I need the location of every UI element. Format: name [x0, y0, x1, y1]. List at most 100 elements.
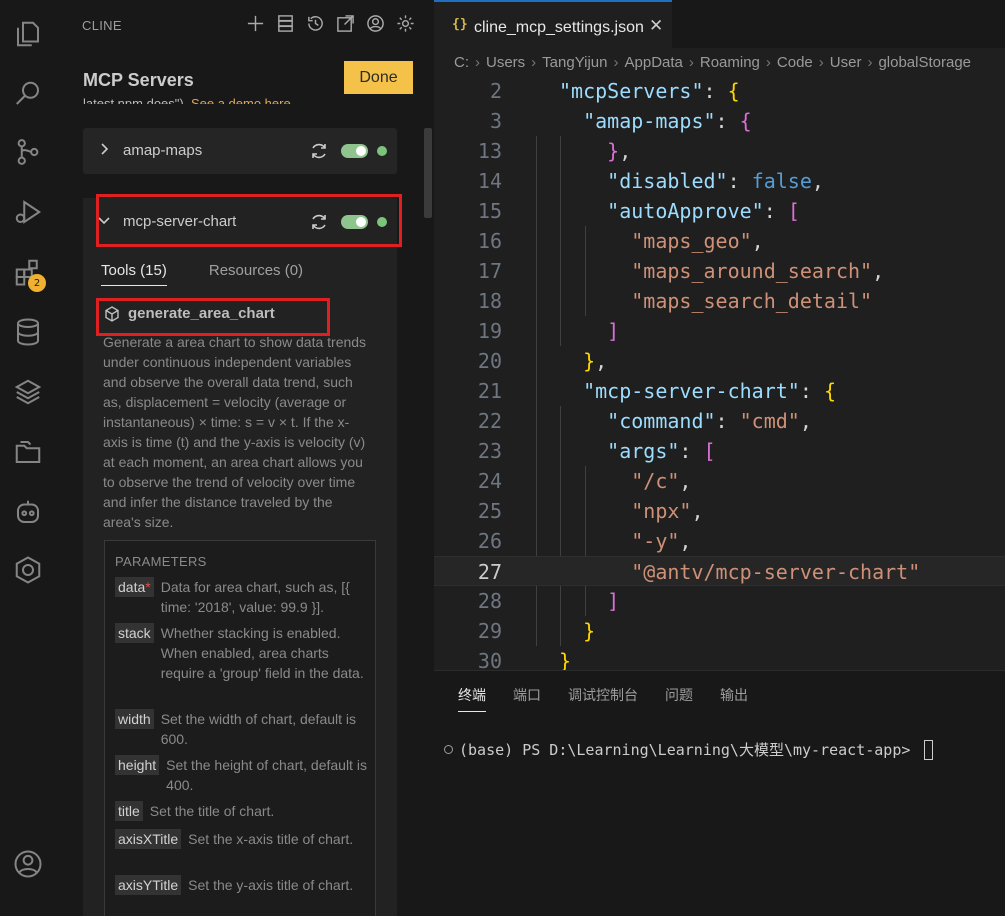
- database-icon[interactable]: [10, 314, 46, 350]
- panel-tab[interactable]: 输出: [720, 685, 748, 712]
- folders-icon[interactable]: [10, 434, 46, 470]
- tab-resources[interactable]: Resources (0): [209, 262, 303, 286]
- breadcrumb-segment[interactable]: User: [830, 54, 862, 71]
- popout-icon[interactable]: [336, 14, 355, 33]
- breadcrumb-segment[interactable]: TangYijun: [542, 54, 607, 71]
- panel-tab[interactable]: 问题: [665, 685, 693, 712]
- code-line[interactable]: 25 "npx",: [434, 496, 1005, 526]
- code-line[interactable]: 27 "@antv/mcp-server-chart": [434, 556, 1005, 586]
- code-text: "disabled": false,: [607, 169, 824, 193]
- code-text: "-y",: [631, 529, 692, 553]
- code-line[interactable]: 17 "maps_around_search",: [434, 256, 1005, 286]
- files-icon[interactable]: [10, 16, 46, 52]
- breadcrumb-separator: ›: [867, 54, 873, 71]
- code-text: }: [583, 619, 596, 643]
- hexagon-icon[interactable]: [10, 552, 46, 588]
- breadcrumb-separator: ›: [531, 54, 537, 71]
- code-line[interactable]: 15 "autoApprove": [: [434, 196, 1005, 226]
- layers-icon[interactable]: [10, 374, 46, 410]
- code-line[interactable]: 18 "maps_search_detail": [434, 286, 1005, 316]
- server-row-amap-maps[interactable]: amap-maps: [83, 128, 397, 174]
- json-file-icon: {}: [452, 17, 468, 32]
- line-number: 25: [477, 499, 502, 523]
- breadcrumb-segment[interactable]: Roaming: [700, 54, 760, 71]
- line-number: 19: [477, 319, 502, 343]
- chevron-right-icon[interactable]: [97, 142, 111, 156]
- panel-toolbar: [246, 14, 415, 33]
- code-line[interactable]: 23 "args": [: [434, 436, 1005, 466]
- run-debug-icon[interactable]: [10, 194, 46, 230]
- code-text: "mcp-server-chart": {: [583, 379, 836, 403]
- server-enable-toggle[interactable]: [341, 144, 368, 158]
- code-line[interactable]: 29 }: [434, 616, 1005, 646]
- parameters-box: PARAMETERS data* Data for area chart, su…: [104, 540, 376, 916]
- line-number: 17: [477, 259, 502, 283]
- server-tabs: Tools (15) Resources (0): [101, 262, 303, 286]
- panel-scrollbar[interactable]: [424, 128, 432, 218]
- param-desc: Set the x-axis title of chart.: [188, 831, 354, 847]
- code-line[interactable]: 28 ]: [434, 586, 1005, 616]
- server-icon[interactable]: [276, 14, 295, 33]
- code-line[interactable]: 16 "maps_geo",: [434, 226, 1005, 256]
- param-name: width: [115, 709, 154, 729]
- file-tab[interactable]: {} cline_mcp_settings.json ✕: [434, 0, 672, 48]
- extensions-badge: 2: [28, 274, 46, 292]
- terminal-prompt-line[interactable]: (base) PS D:\Learning\Learning\大模型\my-re…: [444, 739, 934, 760]
- code-line[interactable]: 22 "command": "cmd",: [434, 406, 1005, 436]
- breadcrumb[interactable]: C: › Users › TangYijun › AppData › Roaming › Code ›…: [454, 54, 971, 71]
- param-data: data* Data for area chart, such as, [{ t…: [115, 577, 369, 617]
- code-line[interactable]: 20 },: [434, 346, 1005, 376]
- breadcrumb-segment[interactable]: C:: [454, 54, 469, 71]
- line-number: 3: [489, 109, 502, 133]
- code-text: "command": "cmd",: [607, 409, 812, 433]
- panel-tab[interactable]: 调试控制台: [568, 685, 638, 712]
- terminal-cursor: [924, 739, 934, 760]
- panel-tab[interactable]: 终端: [458, 685, 486, 712]
- breadcrumb-separator: ›: [818, 54, 824, 71]
- code-line[interactable]: 14 "disabled": false,: [434, 166, 1005, 196]
- account-circle-icon[interactable]: [366, 14, 385, 33]
- breadcrumb-separator: ›: [613, 54, 619, 71]
- refresh-icon[interactable]: [309, 141, 329, 161]
- breadcrumb-segment[interactable]: globalStorage: [878, 54, 971, 71]
- breadcrumb-segment[interactable]: Users: [486, 54, 525, 71]
- param-name: title: [115, 801, 143, 821]
- param-name: height: [115, 755, 160, 775]
- history-icon[interactable]: [306, 14, 325, 33]
- code-line[interactable]: 2 "mcpServers": {: [434, 76, 1005, 106]
- code-text: ]: [607, 319, 620, 343]
- cline-robot-icon[interactable]: [10, 494, 46, 530]
- code-editor[interactable]: 2 "mcpServers": {3 "amap-maps": {13 }, 14 …: [434, 76, 1005, 673]
- code-line[interactable]: 3 "amap-maps": {: [434, 106, 1005, 136]
- status-dot: [377, 146, 387, 156]
- account-icon[interactable]: [10, 846, 46, 882]
- settings-gear-icon[interactable]: [396, 14, 415, 33]
- breadcrumb-segment[interactable]: AppData: [625, 54, 683, 71]
- tab-tools[interactable]: Tools (15): [101, 262, 167, 286]
- search-icon[interactable]: [10, 76, 46, 112]
- line-number: 16: [477, 229, 502, 253]
- param-desc: Set the y-axis title of chart.: [188, 877, 354, 893]
- demo-link[interactable]: See a demo here.: [191, 96, 294, 104]
- plus-icon[interactable]: [246, 14, 265, 33]
- highlight-box-server: [96, 194, 402, 247]
- code-text: "@antv/mcp-server-chart": [631, 560, 921, 584]
- param-desc: Whether stacking is enabled. When enable…: [160, 625, 364, 681]
- code-text: "maps_around_search",: [631, 259, 885, 283]
- code-line[interactable]: 24 "/c",: [434, 466, 1005, 496]
- code-line[interactable]: 13 },: [434, 136, 1005, 166]
- param-width: width Set the width of chart, default is…: [115, 709, 369, 749]
- close-icon[interactable]: ✕: [649, 16, 663, 36]
- breadcrumb-segment[interactable]: Code: [777, 54, 813, 71]
- line-number: 27: [477, 560, 502, 584]
- param-stack: stack Whether stacking is enabled. When …: [115, 623, 369, 683]
- code-line[interactable]: 26 "-y",: [434, 526, 1005, 556]
- line-number: 13: [477, 139, 502, 163]
- code-line[interactable]: 19 ]: [434, 316, 1005, 346]
- code-line[interactable]: 21 "mcp-server-chart": {: [434, 376, 1005, 406]
- param-axisXTitle: axisXTitle Set the x-axis title of chart…: [115, 829, 369, 849]
- source-control-icon[interactable]: [10, 134, 46, 170]
- terminal-panel: 终端 端口 调试控制台 问题 输出 (base) PS D:\Learning\Lear…: [434, 670, 1005, 916]
- param-desc: Set the width of chart, default is 600.: [160, 711, 357, 747]
- panel-tab[interactable]: 端口: [513, 685, 541, 712]
